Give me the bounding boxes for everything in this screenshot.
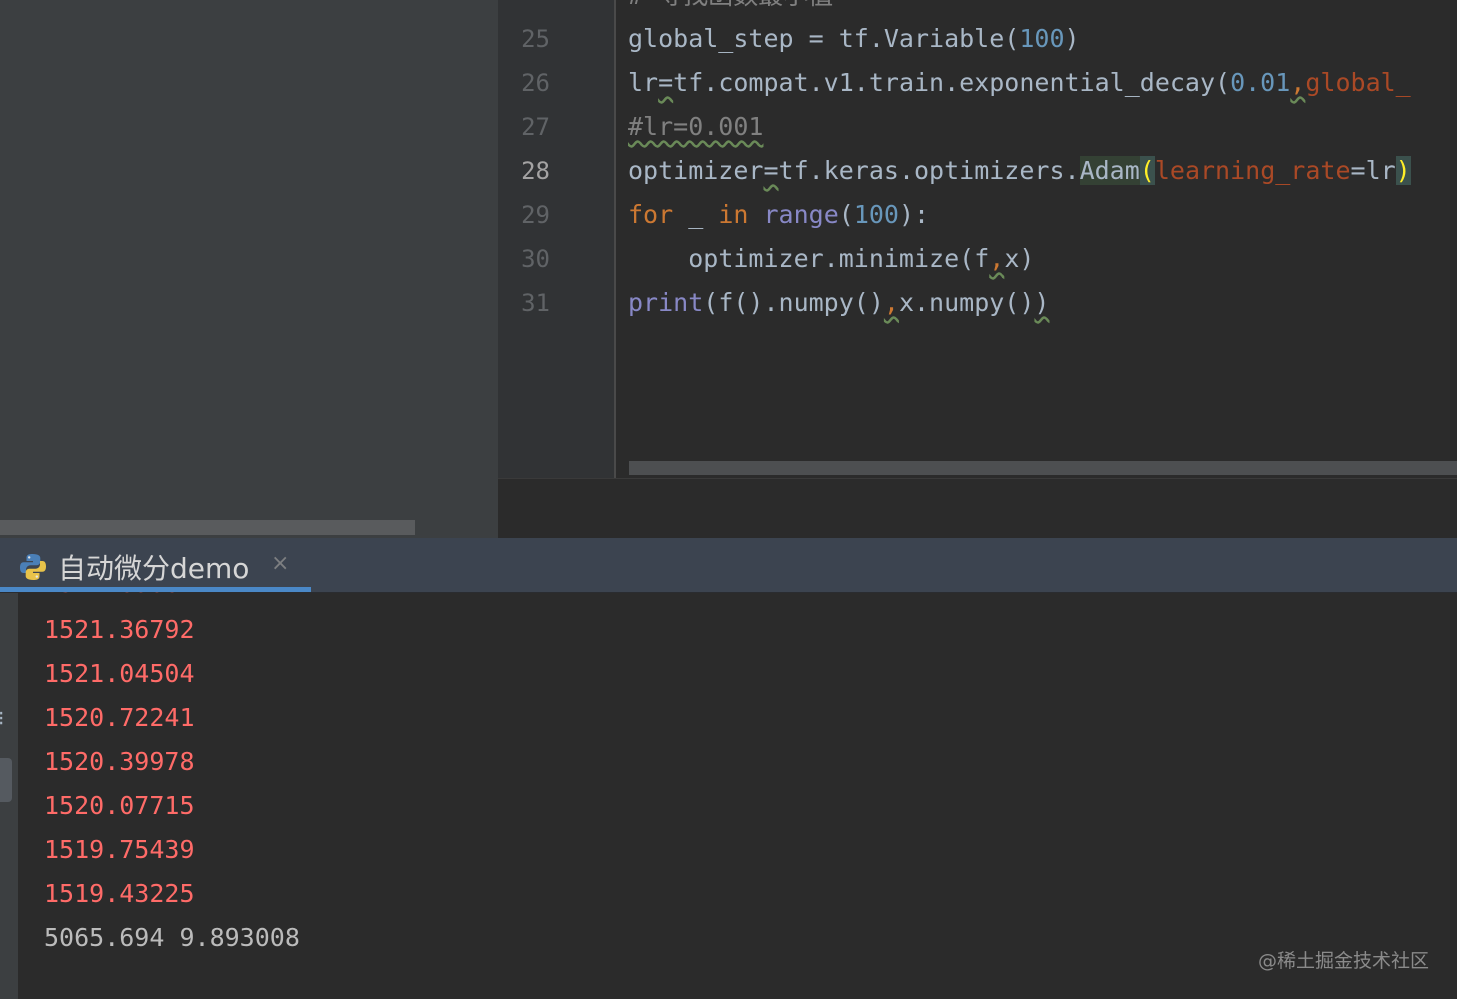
code-text: )	[1064, 24, 1080, 53]
code-keyword: in	[718, 200, 749, 229]
code-number: 100	[853, 200, 899, 229]
line-number-25: 25	[521, 25, 550, 53]
console-line: 1520.39978	[44, 747, 195, 776]
code-operator: =	[763, 156, 779, 185]
code-class: Adam	[1079, 156, 1140, 185]
line-number-30: 30	[521, 245, 550, 273]
code-text: tf.compat.v1.train.exponential_decay(	[673, 68, 1231, 97]
close-icon[interactable]: ×	[271, 551, 289, 576]
code-comma: ,	[883, 288, 899, 317]
code-number: 0.01	[1230, 68, 1291, 97]
code-operator: =	[658, 68, 674, 97]
line-number-31: 31	[521, 289, 550, 317]
code-keyword: for	[628, 200, 674, 229]
line-number-26: 26	[521, 69, 550, 97]
project-pane	[0, 0, 498, 538]
code-builtin: range	[763, 200, 839, 229]
code-line-30: optimizer.minimize(f,x)	[628, 237, 1034, 281]
project-pane-horizontal-scrollbar[interactable]	[0, 520, 415, 535]
code-builtin: print	[628, 288, 704, 317]
code-number: 100	[1019, 24, 1065, 53]
code-param: learning_rate	[1154, 156, 1351, 185]
code-param: global_	[1305, 68, 1411, 97]
code-line-29: for _ in range(100):	[628, 193, 929, 237]
code-line-25: global_step = tf.Variable(100)	[628, 17, 1080, 61]
toolbar-glyph: ⁝	[0, 706, 4, 730]
code-comment: # 寻找函数最小值	[628, 0, 833, 10]
code-text: lr	[628, 68, 659, 97]
code-paren: (	[1139, 156, 1155, 185]
code-text: ):	[898, 200, 930, 229]
code-paren: (	[838, 200, 854, 229]
code-text: (f().numpy()	[703, 288, 884, 317]
console-line: 1521.04504	[44, 659, 195, 688]
code-text: optimizer	[628, 156, 764, 185]
editor-horizontal-scrollbar[interactable]	[629, 461, 1457, 475]
code-text: _	[673, 200, 719, 229]
code-text: =lr	[1350, 156, 1396, 185]
code-line-26: lr=tf.compat.v1.train.exponential_decay(…	[628, 61, 1411, 105]
console-toolbar-button[interactable]	[0, 758, 12, 802]
editor-bottom-area	[498, 478, 1457, 539]
code-text: tf.keras.optimizers.	[778, 156, 1080, 185]
code-paren: )	[1034, 288, 1050, 317]
code-comma: ,	[1290, 68, 1306, 97]
code-line-24-partial: # 寻找函数最小值	[628, 0, 833, 18]
watermark: @稀土掘金技术社区	[1257, 950, 1429, 972]
code-text: x.numpy()	[898, 288, 1035, 317]
code-text: global_step = tf.Variable(	[628, 24, 1020, 53]
code-paren: )	[1395, 156, 1411, 185]
code-text: optimizer.minimize(f	[688, 244, 990, 273]
code-comma: ,	[989, 244, 1005, 273]
line-number-27: 27	[521, 113, 550, 141]
console-line: 1521.69067	[44, 569, 195, 598]
console-line: 1519.75439	[44, 835, 195, 864]
line-number-29: 29	[521, 201, 550, 229]
run-tool-window-tabbar: 自动微分demo ×	[0, 538, 1457, 593]
console-line: 1520.07715	[44, 791, 195, 820]
code-line-28: optimizer=tf.keras.optimizers.Adam(learn…	[628, 149, 1411, 193]
console-line: 1519.43225	[44, 879, 195, 908]
code-text: x)	[1004, 244, 1035, 273]
code-line-27: #lr=0.001	[628, 105, 763, 149]
code-comment: #lr=0.001	[628, 112, 764, 141]
console-line: 1520.72241	[44, 703, 195, 732]
code-line-31: print(f().numpy(),x.numpy())	[628, 281, 1049, 325]
console-line: 1521.36792	[44, 615, 195, 644]
line-number-28: 28	[521, 157, 550, 185]
console-final-output: 5065.694 9.893008	[44, 923, 300, 952]
